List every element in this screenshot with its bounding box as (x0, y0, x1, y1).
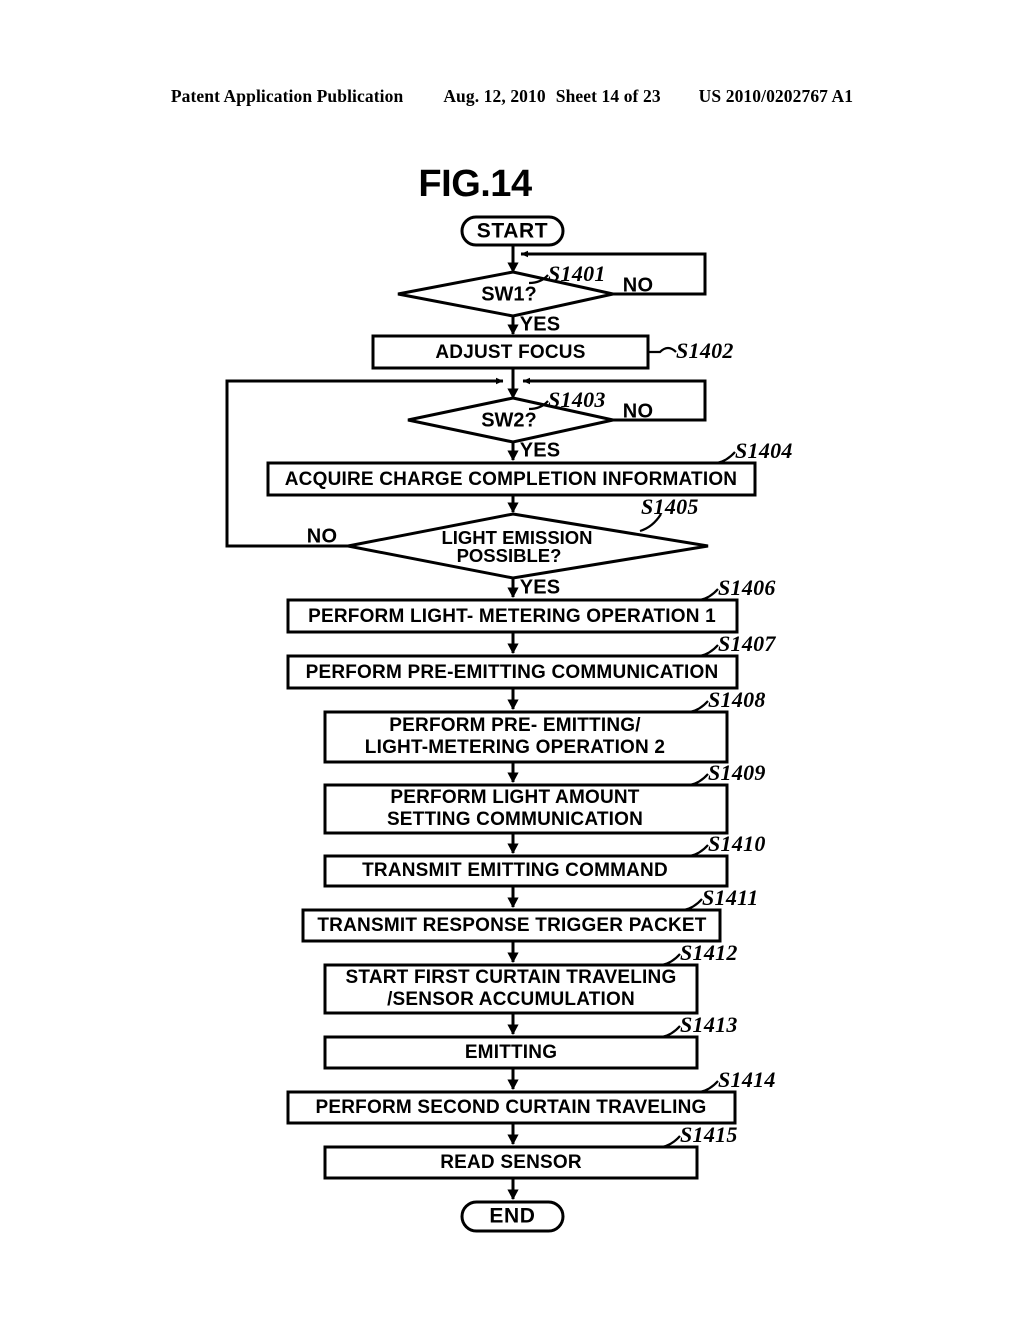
node-end: END (460, 1200, 565, 1233)
s1414-label: PERFORM SECOND CURTAIN TRAVELING (316, 1097, 707, 1118)
s1405-label-line2: POSSIBLE? (457, 545, 562, 566)
s1414-leader (699, 1080, 719, 1094)
node-s1410: TRANSMIT EMITTING COMMAND (323, 854, 729, 888)
s1406-label: PERFORM LIGHT- METERING OPERATION 1 (308, 606, 716, 627)
node-s1413: EMITTING (323, 1035, 699, 1070)
s1408-leader (689, 700, 709, 714)
s1410-step-id: S1410 (708, 831, 766, 856)
s1409-leader (689, 773, 709, 787)
s1401-yes-label: YES (520, 313, 561, 335)
node-start: START (460, 215, 565, 247)
node-s1404: ACQUIRE CHARGE COMPLETION INFORMATION (266, 461, 757, 497)
s1408-label-line2: LIGHT-METERING OPERATION 2 (365, 737, 665, 758)
end-label: END (489, 1205, 535, 1228)
node-s1415: READ SENSOR (323, 1145, 699, 1180)
s1402-label: ADJUST FOCUS (435, 342, 585, 363)
s1410-leader (689, 844, 709, 858)
s1407-leader (699, 644, 719, 658)
s1409-label-line1: PERFORM LIGHT AMOUNT (390, 787, 639, 808)
node-s1408: PERFORM PRE- EMITTING/ LIGHT-METERING OP… (323, 710, 729, 764)
s1404-step-id: S1404 (735, 438, 793, 463)
s1410-label: TRANSMIT EMITTING COMMAND (362, 860, 668, 881)
s1415-label: READ SENSOR (440, 1152, 582, 1173)
s1403-label: SW2? (481, 409, 537, 431)
s1404-leader (716, 451, 736, 465)
node-s1411: TRANSMIT RESPONSE TRIGGER PACKET (301, 908, 722, 943)
s1401-step-id: S1401 (548, 261, 606, 286)
s1408-label-line1: PERFORM PRE- EMITTING/ (389, 715, 641, 736)
patent-page: Patent Application Publication Aug. 12, … (0, 0, 1024, 1320)
node-s1402: ADJUST FOCUS (371, 334, 650, 370)
s1413-label: EMITTING (465, 1042, 557, 1063)
s1403-step-id: S1403 (548, 387, 606, 412)
s1405-step-id: S1405 (641, 494, 699, 519)
s1413-leader (661, 1025, 681, 1039)
node-s1409: PERFORM LIGHT AMOUNT SETTING COMMUNICATI… (323, 783, 729, 835)
s1411-step-id: S1411 (702, 885, 759, 910)
flowchart-diagram: START SW1? S1401 NO YES ADJUST FOCUS S14… (225, 215, 793, 1233)
s1404-label: ACQUIRE CHARGE COMPLETION INFORMATION (285, 469, 737, 490)
s1407-label: PERFORM PRE-EMITTING COMMUNICATION (306, 662, 719, 683)
start-label: START (477, 220, 548, 243)
s1405-yes-label: YES (520, 576, 561, 598)
s1405-no-label: NO (307, 525, 337, 547)
s1414-step-id: S1414 (718, 1067, 776, 1092)
s1413-step-id: S1413 (680, 1012, 738, 1037)
node-s1406: PERFORM LIGHT- METERING OPERATION 1 (286, 598, 739, 634)
s1402-step-id: S1402 (676, 338, 734, 363)
node-s1407: PERFORM PRE-EMITTING COMMUNICATION (286, 654, 739, 690)
s1412-step-id: S1412 (680, 940, 738, 965)
s1415-leader (661, 1135, 681, 1149)
s1412-leader (661, 953, 681, 967)
s1412-label-line1: START FIRST CURTAIN TRAVELING (346, 967, 677, 988)
s1408-step-id: S1408 (708, 687, 766, 712)
s1409-label-line2: SETTING COMMUNICATION (387, 809, 643, 830)
s1401-label: SW1? (481, 283, 537, 305)
s1406-leader (699, 588, 719, 602)
node-s1414: PERFORM SECOND CURTAIN TRAVELING (286, 1090, 737, 1125)
s1406-step-id: S1406 (718, 575, 776, 600)
s1407-step-id: S1407 (718, 631, 776, 656)
s1403-yes-label: YES (520, 439, 561, 461)
s1411-label: TRANSMIT RESPONSE TRIGGER PACKET (317, 915, 706, 936)
s1412-label-line2: /SENSOR ACCUMULATION (387, 989, 635, 1010)
s1415-step-id: S1415 (680, 1122, 738, 1147)
s1409-step-id: S1409 (708, 760, 766, 785)
node-s1412: START FIRST CURTAIN TRAVELING /SENSOR AC… (323, 963, 699, 1015)
s1402-leader (648, 346, 677, 354)
s1411-leader (683, 898, 703, 912)
